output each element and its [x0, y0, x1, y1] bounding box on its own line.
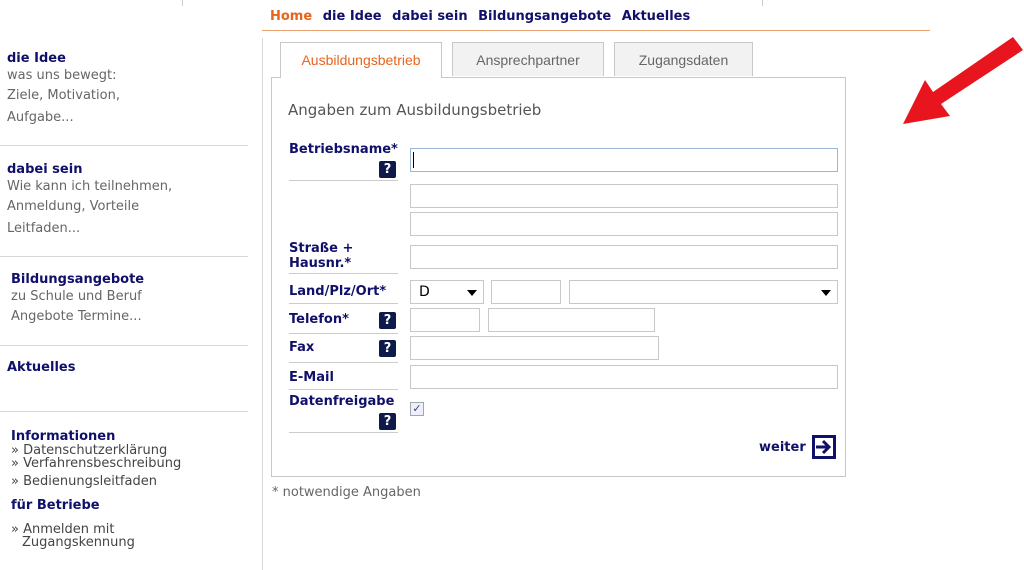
- label-telefon: Telefon*: [289, 312, 349, 327]
- info-title: Informationen: [11, 429, 116, 444]
- country-value: D: [419, 284, 430, 300]
- arrow-right-box-icon[interactable]: [812, 435, 836, 459]
- row-divider: [289, 362, 398, 363]
- dropdown-arrow-icon: [467, 290, 477, 296]
- sidebar-text: Wie kann ich teilnehmen,: [7, 179, 173, 194]
- tab-zugangsdaten[interactable]: Zugangsdaten: [614, 42, 753, 76]
- telefon-vorwahl-input[interactable]: [410, 308, 480, 332]
- row-divider: [289, 303, 398, 304]
- nav-home[interactable]: Home: [270, 9, 312, 24]
- red-arrow-icon: [903, 37, 1023, 124]
- label-strasse: Straße +: [289, 241, 354, 256]
- link-verfahrensbeschreibung[interactable]: » Verfahrensbeschreibung: [11, 457, 181, 470]
- betriebsname-line3-input[interactable]: [410, 212, 838, 236]
- top-navigation: Home die Idee dabei sein Bildungsangebot…: [270, 9, 696, 24]
- sidebar-text: Leitfaden...: [7, 221, 81, 236]
- nav-dabei-sein[interactable]: dabei sein: [392, 9, 467, 24]
- top-divider-right: [762, 0, 763, 6]
- fax-input[interactable]: [410, 336, 659, 360]
- top-rule: [262, 30, 930, 31]
- sidebar-title-idee[interactable]: die Idee: [7, 51, 120, 67]
- sidebar-text: Anmeldung, Vorteile: [7, 199, 140, 214]
- row-divider: [289, 333, 398, 334]
- tab-ansprechpartner[interactable]: Ansprechpartner: [452, 42, 604, 76]
- betriebsname-input[interactable]: [410, 148, 838, 172]
- help-icon[interactable]: ?: [379, 312, 396, 329]
- betriebe-title: für Betriebe: [11, 498, 100, 513]
- sidebar-section-dabei[interactable]: dabei sein Wie kann ich teilnehmen, Anme…: [7, 162, 172, 240]
- required-footnote: * notwendige Angaben: [272, 485, 421, 500]
- help-icon[interactable]: ?: [379, 340, 396, 357]
- sidebar-text: was uns bewegt:: [7, 68, 117, 83]
- link-bedienungsleitfaden[interactable]: » Bedienungsleitfaden: [11, 475, 181, 488]
- sidebar: die Idee was uns bewegt: Ziele, Motivati…: [0, 38, 262, 570]
- sidebar-section-idee[interactable]: die Idee was uns bewegt: Ziele, Motivati…: [7, 51, 120, 129]
- nav-bildungsangebote[interactable]: Bildungsangebote: [478, 9, 611, 24]
- sidebar-text: Ziele, Motivation,: [7, 88, 120, 103]
- email-input[interactable]: [410, 365, 838, 389]
- betriebsname-line2-input[interactable]: [410, 184, 838, 208]
- ort-select[interactable]: [569, 280, 838, 304]
- tab-ausbildungsbetrieb[interactable]: Ausbildungsbetrieb: [280, 42, 442, 78]
- sidebar-divider: [0, 345, 248, 346]
- weiter-link[interactable]: weiter: [759, 440, 806, 455]
- telefon-nummer-input[interactable]: [488, 308, 655, 332]
- country-select[interactable]: D: [410, 280, 484, 304]
- label-land-plz-ort: Land/Plz/Ort*: [289, 284, 387, 299]
- row-divider: [289, 180, 398, 181]
- form-title: Angaben zum Ausbildungsbetrieb: [288, 101, 542, 119]
- top-divider-left: [182, 0, 183, 6]
- text-cursor: [413, 152, 414, 168]
- help-icon[interactable]: ?: [379, 161, 396, 178]
- link-anmelden-cont[interactable]: Zugangskennung: [11, 536, 181, 549]
- form-panel: [271, 77, 846, 477]
- sidebar-title-dabei[interactable]: dabei sein: [7, 162, 172, 178]
- sidebar-title-bildung[interactable]: Bildungsangebote: [11, 272, 144, 288]
- sidebar-section-bildung[interactable]: Bildungsangebote zu Schule und Beruf Ang…: [11, 272, 144, 328]
- plz-input[interactable]: [491, 280, 561, 304]
- label-betriebsname: Betriebsname*: [289, 142, 398, 157]
- sidebar-divider: [0, 411, 248, 412]
- label-datenfreigabe: Datenfreigabe: [289, 394, 395, 409]
- datenfreigabe-checkbox[interactable]: ✓: [410, 402, 424, 416]
- label-email: E-Mail: [289, 370, 334, 385]
- sidebar-text: Angebote Termine...: [11, 309, 142, 324]
- row-divider: [289, 389, 398, 390]
- sidebar-section-aktuelles[interactable]: Aktuelles: [7, 360, 75, 376]
- help-icon[interactable]: ?: [379, 413, 396, 430]
- sidebar-divider: [0, 145, 248, 146]
- dropdown-arrow-icon: [821, 290, 831, 296]
- strasse-input[interactable]: [410, 245, 838, 269]
- label-fax: Fax: [289, 340, 315, 355]
- sidebar-section-info: Informationen » Datenschutzerklärung » V…: [11, 429, 181, 550]
- sidebar-text: Aufgabe...: [7, 110, 74, 125]
- content-divider: [262, 38, 263, 570]
- sidebar-text: zu Schule und Beruf: [11, 289, 142, 304]
- row-divider: [289, 432, 398, 433]
- sidebar-divider: [0, 256, 248, 257]
- row-divider: [289, 273, 398, 274]
- sidebar-title-aktuelles[interactable]: Aktuelles: [7, 360, 75, 376]
- label-hausnr: Hausnr.*: [289, 256, 352, 271]
- nav-die-idee[interactable]: die Idee: [323, 9, 382, 24]
- nav-aktuelles[interactable]: Aktuelles: [622, 9, 690, 24]
